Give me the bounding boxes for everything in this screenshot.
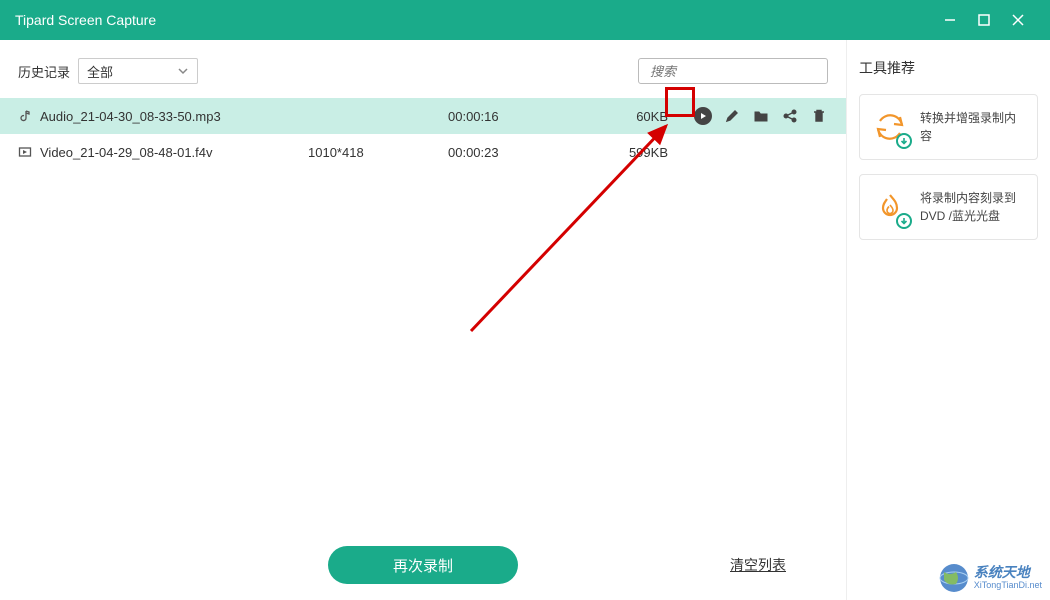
history-label: 历史记录 (18, 62, 70, 81)
tool-card-text: 转换并增强录制内容 (920, 109, 1027, 145)
delete-button[interactable] (810, 107, 828, 125)
download-badge-icon (896, 133, 912, 149)
duration: 00:00:23 (448, 145, 598, 160)
recording-list: Audio_21-04-30_08-33-50.mp3 00:00:16 60K… (0, 98, 846, 530)
play-button[interactable] (694, 107, 712, 125)
close-button[interactable] (1001, 0, 1035, 40)
filter-value: 全部 (87, 62, 113, 81)
minimize-button[interactable] (933, 0, 967, 40)
search-input[interactable] (650, 64, 828, 79)
folder-button[interactable] (752, 107, 770, 125)
watermark: 系统天地 XiTongTianDi.net (938, 562, 1042, 594)
list-row[interactable]: Video_21-04-29_08-48-01.f4v 1010*418 00:… (0, 134, 846, 170)
audio-icon (18, 109, 40, 123)
clear-list-button[interactable]: 清空列表 (730, 555, 786, 575)
bottom-bar: 再次录制 清空列表 (0, 530, 846, 600)
sidebar-title: 工具推荐 (859, 58, 1038, 78)
search-box[interactable] (638, 58, 828, 84)
main-panel: 历史记录 全部 Audio_21-04-30_08-33-50.mp3 00:0… (0, 40, 846, 600)
file-name: Audio_21-04-30_08-33-50.mp3 (40, 109, 308, 124)
convert-icon (870, 107, 910, 147)
file-size: 599KB (598, 145, 668, 160)
file-size: 60KB (598, 109, 668, 124)
file-name: Video_21-04-29_08-48-01.f4v (40, 145, 308, 160)
content-area: 历史记录 全部 Audio_21-04-30_08-33-50.mp3 00:0… (0, 40, 1050, 600)
download-badge-icon (896, 213, 912, 229)
tool-card-convert[interactable]: 转换并增强录制内容 (859, 94, 1038, 160)
row-actions (694, 107, 828, 125)
edit-button[interactable] (723, 107, 741, 125)
share-button[interactable] (781, 107, 799, 125)
list-row[interactable]: Audio_21-04-30_08-33-50.mp3 00:00:16 60K… (0, 98, 846, 134)
tool-card-text: 将录制内容刻录到 DVD /蓝光光盘 (920, 189, 1027, 225)
resolution: 1010*418 (308, 145, 448, 160)
watermark-text: 系统天地 XiTongTianDi.net (974, 565, 1042, 590)
titlebar: Tipard Screen Capture (0, 0, 1050, 40)
tool-card-burn[interactable]: 将录制内容刻录到 DVD /蓝光光盘 (859, 174, 1038, 240)
toolbar: 历史记录 全部 (0, 58, 846, 98)
chevron-down-icon (177, 65, 189, 77)
globe-icon (938, 562, 970, 594)
maximize-button[interactable] (967, 0, 1001, 40)
record-again-button[interactable]: 再次录制 (328, 546, 518, 584)
app-title: Tipard Screen Capture (15, 12, 933, 28)
video-icon (18, 145, 40, 159)
burn-icon (870, 187, 910, 227)
filter-select[interactable]: 全部 (78, 58, 198, 84)
sidebar: 工具推荐 转换并增强录制内容 将录制内容刻录到 DVD /蓝光光盘 (846, 40, 1050, 600)
duration: 00:00:16 (448, 109, 598, 124)
